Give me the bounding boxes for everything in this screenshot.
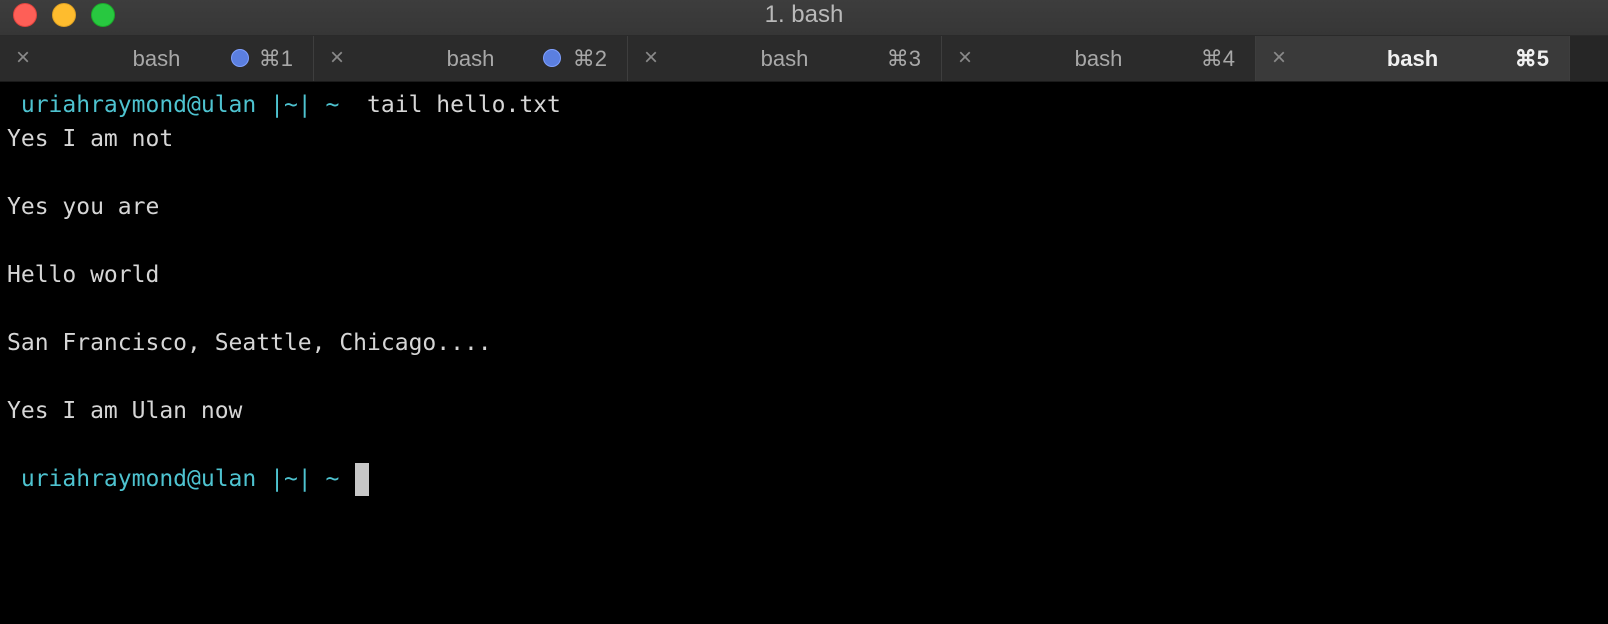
tab-shortcut: ⌘5 bbox=[1514, 46, 1549, 71]
output-line: Yes you are bbox=[7, 194, 160, 220]
output-line: Hello world bbox=[7, 262, 160, 288]
tab-shortcut: ⌘2 bbox=[572, 46, 607, 71]
activity-dot-icon bbox=[231, 49, 249, 67]
title-bar[interactable]: 1. bash bbox=[0, 0, 1608, 36]
output-line: Yes I am Ulan now bbox=[7, 398, 243, 424]
tab-4[interactable]: × bash ⌘4 bbox=[942, 36, 1256, 81]
command-line: uriahraymond@ulan |~| ~ tail hello.txt bbox=[7, 88, 561, 122]
terminal-window: 1. bash × bash ⌘1 × bash ⌘2 × bash ⌘3 × … bbox=[0, 0, 1608, 624]
terminal-output-area[interactable]: uriahraymond@ulan |~| ~ tail hello.txt Y… bbox=[0, 88, 1608, 624]
tab-3[interactable]: × bash ⌘3 bbox=[628, 36, 942, 81]
tab-2[interactable]: × bash ⌘2 bbox=[314, 36, 628, 81]
tab-shortcut: ⌘1 bbox=[258, 46, 293, 71]
tab-shortcut: ⌘3 bbox=[886, 46, 921, 71]
tab-1[interactable]: × bash ⌘1 bbox=[0, 36, 314, 81]
tab-5[interactable]: × bash ⌘5 bbox=[1256, 36, 1570, 81]
window-title: 1. bash bbox=[764, 1, 844, 28]
activity-dot-icon bbox=[543, 49, 561, 67]
output-line: San Francisco, Seattle, Chicago.... bbox=[7, 330, 492, 356]
command-text: tail hello.txt bbox=[353, 92, 561, 118]
tab-shortcut: ⌘4 bbox=[1200, 46, 1235, 71]
output-line: Yes I am not bbox=[7, 126, 174, 152]
tab-bar: × bash ⌘1 × bash ⌘2 × bash ⌘3 × bash ⌘4 … bbox=[0, 36, 1608, 82]
active-prompt-line[interactable]: uriahraymond@ulan |~| ~ bbox=[7, 462, 370, 496]
text-cursor bbox=[355, 463, 370, 496]
prompt-text: uriahraymond@ulan |~| ~ bbox=[7, 466, 354, 492]
prompt-text: uriahraymond@ulan |~| ~ bbox=[7, 92, 354, 118]
